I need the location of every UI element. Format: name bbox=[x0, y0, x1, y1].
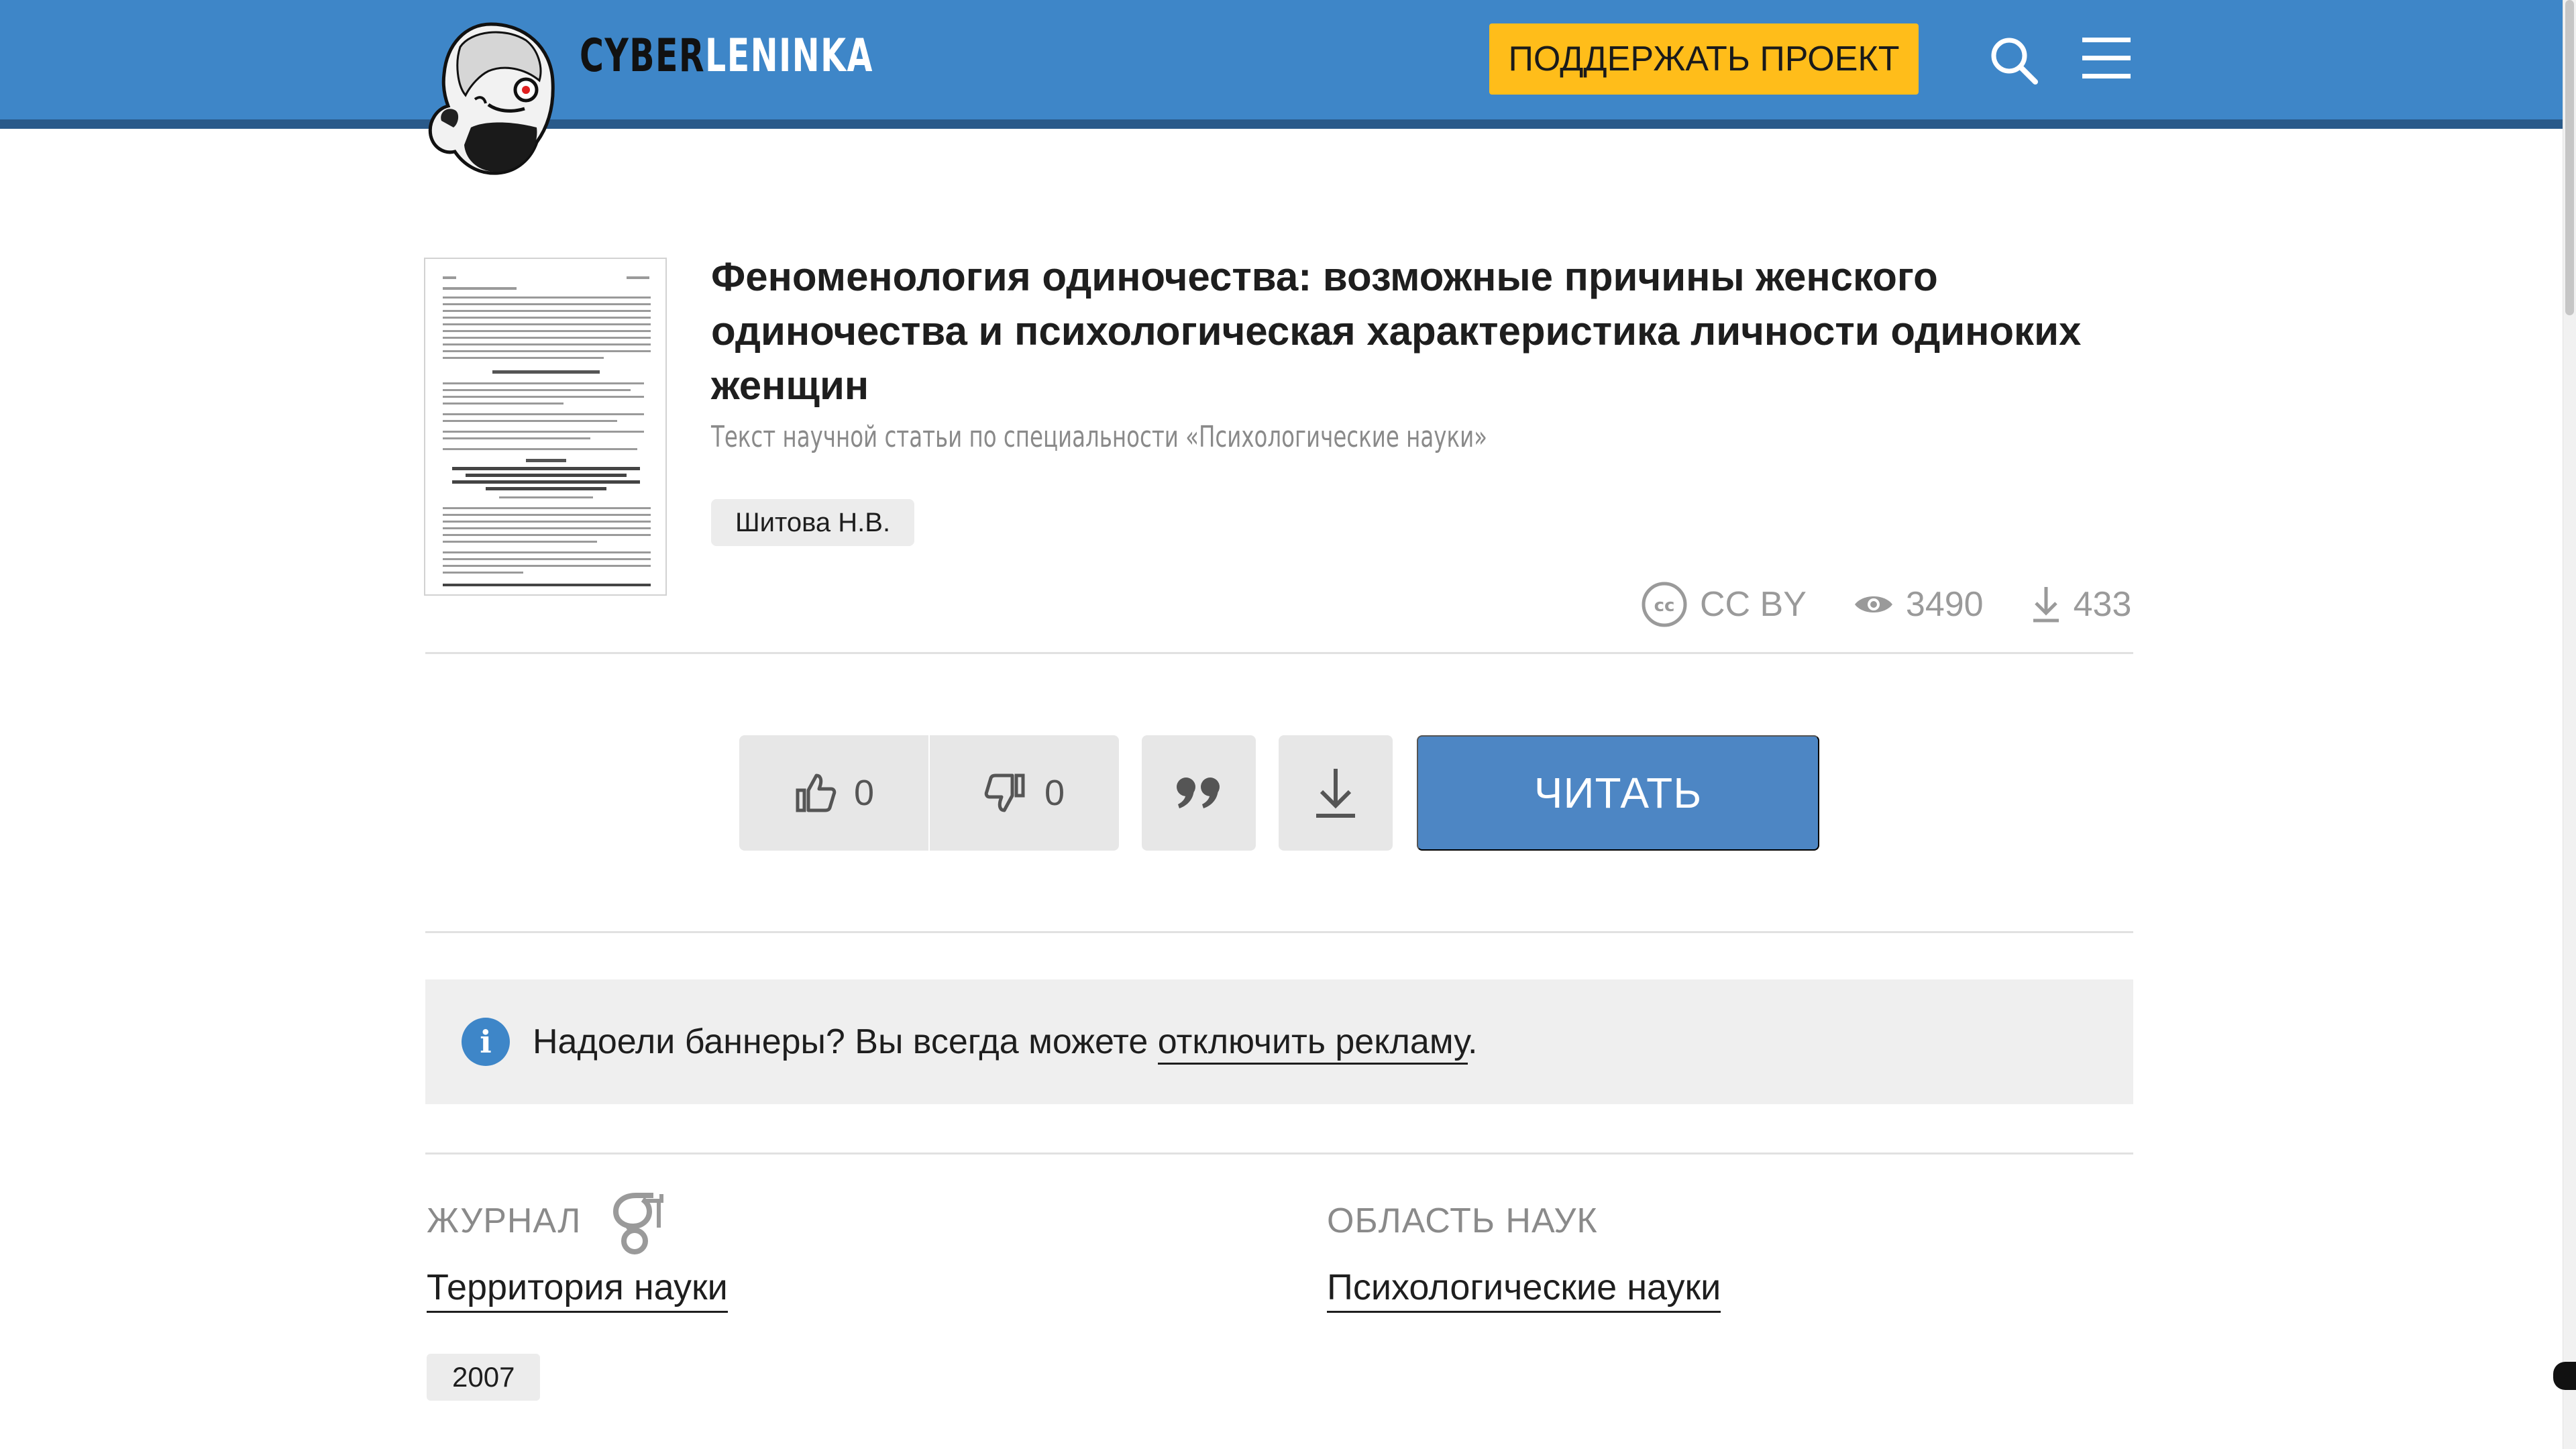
divider bbox=[425, 1152, 2133, 1155]
views-counter: 3490 bbox=[1854, 584, 1984, 625]
views-count: 3490 bbox=[1905, 585, 1984, 624]
support-project-button[interactable]: ПОДДЕРЖАТЬ ПРОЕКТ bbox=[1489, 23, 1919, 95]
downloads-count: 433 bbox=[2073, 585, 2132, 624]
author-tag[interactable]: Шитова Н.В. bbox=[711, 499, 915, 546]
ad-banner-text: Надоели баннеры? Вы всегда можете отключ… bbox=[533, 1022, 1478, 1065]
field-link[interactable]: Психологические науки bbox=[1327, 1267, 1721, 1313]
journal-link[interactable]: Территория науки bbox=[427, 1267, 728, 1313]
journal-label: ЖУРНАЛ bbox=[427, 1201, 582, 1240]
scrollbar[interactable] bbox=[2563, 0, 2576, 1449]
ad-banner: i Надоели баннеры? Вы всегда можете откл… bbox=[425, 979, 2133, 1104]
info-icon: i bbox=[462, 1018, 510, 1066]
ad-banner-text-before: Надоели баннеры? Вы всегда можете bbox=[533, 1022, 1158, 1061]
google-scholar-icon[interactable] bbox=[606, 1189, 664, 1256]
eye-icon bbox=[1854, 596, 1892, 612]
thumbs-up-icon bbox=[796, 773, 837, 812]
ad-banner-text-after: . bbox=[1467, 1022, 1478, 1061]
scroll-indicator[interactable] bbox=[2553, 1362, 2576, 1390]
site-header: CYBERLENINKA ПОДДЕРЖАТЬ ПРОЕКТ bbox=[0, 0, 2563, 175]
logo-wordmark[interactable]: CYBERLENINKA bbox=[580, 34, 873, 79]
cc-icon: cc bbox=[1642, 582, 1687, 627]
article-title: Феноменология одиночества: возможные при… bbox=[711, 254, 2082, 408]
like-button[interactable]: 0 bbox=[739, 735, 928, 851]
field-label: ОБЛАСТЬ НАУК bbox=[1327, 1201, 1598, 1240]
menu-icon[interactable] bbox=[2081, 35, 2132, 82]
quote-icon bbox=[1177, 777, 1220, 808]
download-icon bbox=[1316, 769, 1355, 818]
read-button[interactable]: ЧИТАТЬ bbox=[1417, 735, 1819, 851]
article-subtitle: Текст научной статьи по специальности «П… bbox=[711, 420, 1488, 454]
year-tag[interactable]: 2007 bbox=[427, 1354, 541, 1401]
logo-head-icon[interactable] bbox=[424, 20, 558, 176]
search-icon[interactable] bbox=[1988, 35, 2039, 86]
scrollbar-thumb[interactable] bbox=[2565, 0, 2574, 315]
logo-part-leninka: LENINKA bbox=[705, 30, 873, 83]
download-icon bbox=[2033, 587, 2059, 623]
like-count: 0 bbox=[853, 773, 875, 813]
logo-part-cyber: CYBER bbox=[580, 30, 706, 83]
paper-preview-image bbox=[443, 276, 651, 586]
dislike-button[interactable]: 0 bbox=[930, 735, 1119, 851]
license-label: CC BY bbox=[1700, 585, 1807, 624]
page: CYBERLENINKA ПОДДЕРЖАТЬ ПРОЕКТ Феноменол… bbox=[0, 0, 2563, 1449]
article-thumbnail[interactable] bbox=[424, 258, 667, 596]
svg-text:cc: cc bbox=[1654, 596, 1675, 616]
divider bbox=[425, 931, 2133, 933]
thumbs-down-icon bbox=[984, 773, 1025, 812]
cite-button[interactable] bbox=[1142, 735, 1256, 851]
license-badge[interactable]: cc CC BY bbox=[1641, 581, 1807, 628]
dislike-count: 0 bbox=[1044, 773, 1065, 813]
divider bbox=[425, 652, 2133, 654]
disable-ads-link[interactable]: отключить рекламу bbox=[1157, 1022, 1468, 1065]
download-button[interactable] bbox=[1279, 735, 1393, 851]
article-stats: cc CC BY 3490 433 bbox=[1641, 576, 2131, 633]
downloads-counter: 433 bbox=[2031, 584, 2132, 625]
